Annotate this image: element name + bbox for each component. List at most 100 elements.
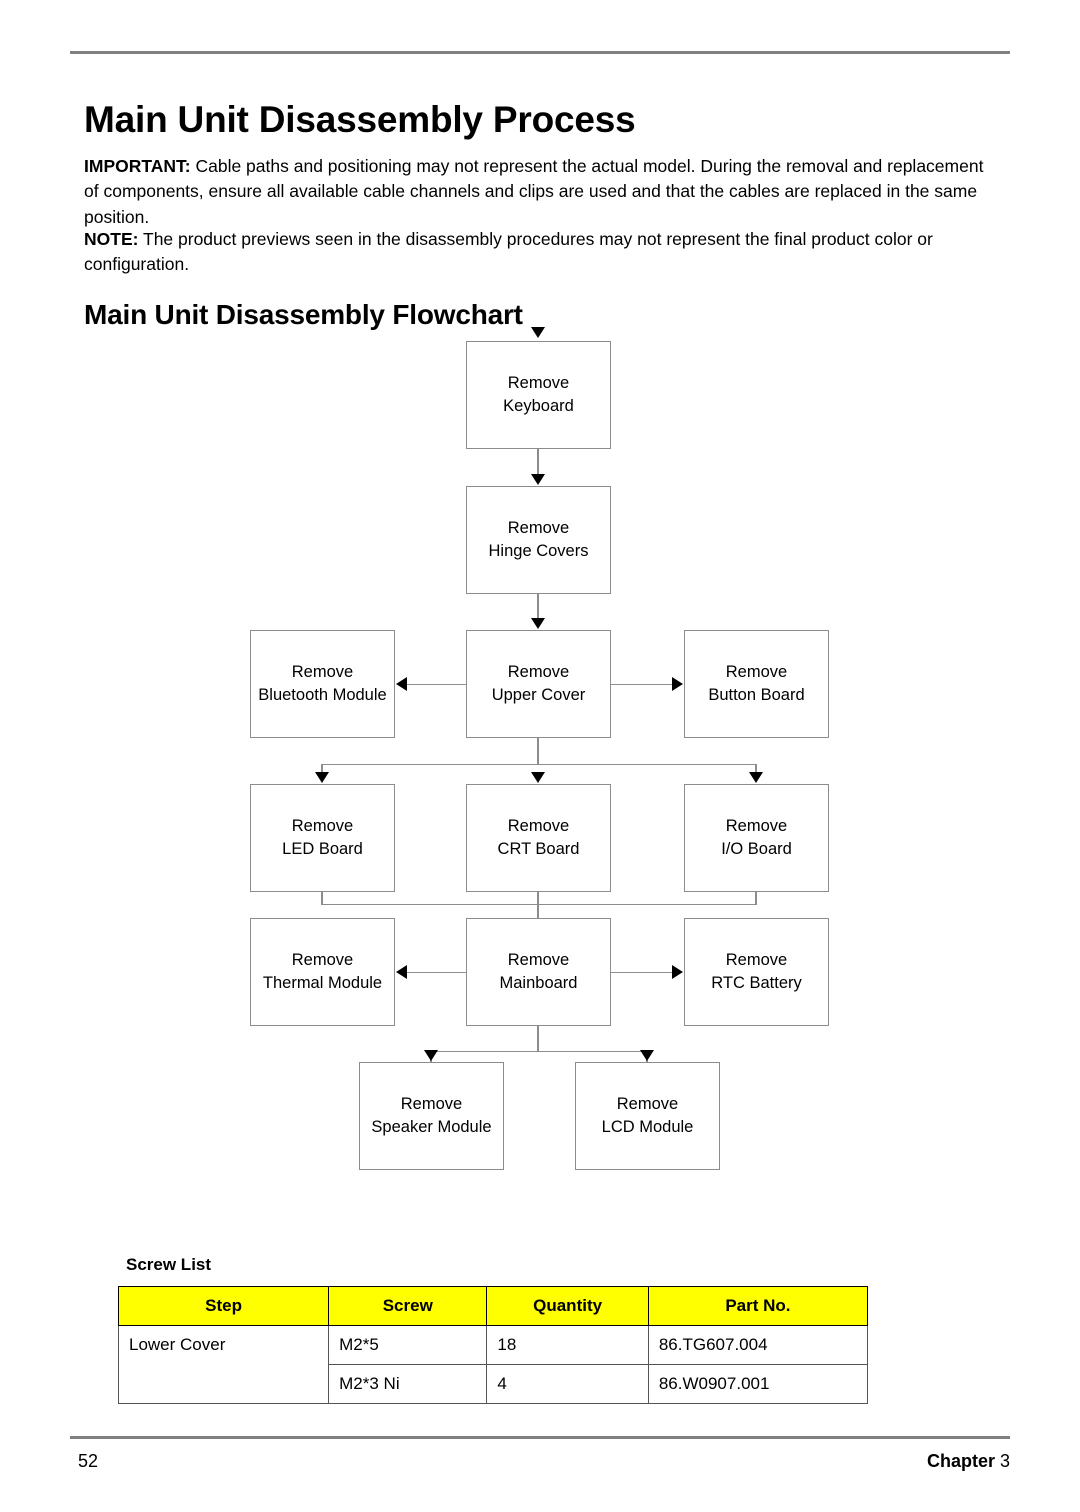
flow-node-rtc-battery[interactable]: Remove RTC Battery bbox=[684, 918, 829, 1026]
screw-list-header-screw: Screw bbox=[328, 1286, 488, 1326]
flow-node-mainboard-line2: Mainboard bbox=[499, 974, 578, 992]
flow-node-button-board-line2: Button Board bbox=[708, 686, 805, 704]
screw-list-header-part-no: Part No. bbox=[647, 1286, 869, 1326]
flow-node-led-board-line2: LED Board bbox=[282, 840, 363, 858]
flow-node-button-board[interactable]: Remove Button Board bbox=[684, 630, 829, 738]
flow-node-thermal-module[interactable]: Remove Thermal Module bbox=[250, 918, 395, 1026]
flow-fork-drop-led bbox=[321, 764, 323, 776]
flow-node-thermal-module-line2: Thermal Module bbox=[262, 974, 383, 992]
flow-node-keyboard-line2: Keyboard bbox=[503, 397, 574, 415]
flow-connector-upper-fork-stem bbox=[537, 738, 539, 765]
header-rule bbox=[70, 51, 1010, 54]
flow-node-upper-cover-line2: Upper Cover bbox=[491, 686, 586, 704]
flow-fork-drop-lcd bbox=[646, 1051, 648, 1062]
footer-rule bbox=[70, 1436, 1010, 1439]
flow-node-keyboard[interactable]: Remove Keyboard bbox=[466, 341, 611, 449]
flow-node-mainboard[interactable]: Remove Mainboard bbox=[466, 918, 611, 1026]
section-title: Main Unit Disassembly Flowchart bbox=[84, 299, 523, 331]
screw-list-cell-step: Lower Cover bbox=[117, 1325, 330, 1365]
flow-node-speaker-module-line2: Speaker Module bbox=[371, 1118, 492, 1136]
flow-node-io-board-line1: Remove bbox=[725, 817, 788, 835]
flow-node-hinge-covers-line2: Hinge Covers bbox=[488, 542, 589, 560]
flow-arrow-upper-icon bbox=[531, 618, 545, 629]
screw-list-cell-quantity: 4 bbox=[486, 1364, 649, 1404]
flow-connector-upper-button bbox=[611, 684, 673, 685]
flow-node-lcd-module[interactable]: Remove LCD Module bbox=[575, 1062, 720, 1170]
flow-arrow-bluetooth-icon bbox=[396, 677, 407, 691]
flow-node-rtc-battery-line1: Remove bbox=[725, 951, 788, 969]
flow-fork-drop-io bbox=[755, 764, 757, 776]
flow-fork-bar-upper bbox=[322, 764, 756, 765]
table-row: M2*3 Ni 4 86.W0907.001 bbox=[117, 1364, 869, 1404]
flow-fork-bar-mainboard bbox=[431, 1051, 647, 1052]
note-notice-text: The product previews seen in the disasse… bbox=[84, 228, 933, 275]
screw-list-cell-step bbox=[117, 1364, 330, 1404]
flow-node-bluetooth-module-line2: Bluetooth Module bbox=[258, 686, 387, 704]
flow-entry-arrow-icon bbox=[531, 327, 545, 338]
flow-node-led-board-line1: Remove bbox=[291, 817, 354, 835]
flow-node-lcd-module-line1: Remove bbox=[616, 1095, 679, 1113]
flow-arrow-lcd-module-icon bbox=[640, 1050, 654, 1061]
screw-list-cell-screw: M2*3 Ni bbox=[328, 1364, 488, 1404]
screw-list-title: Screw List bbox=[126, 1255, 212, 1274]
flow-fork-drop-speaker bbox=[430, 1051, 432, 1062]
flow-node-led-board[interactable]: Remove LED Board bbox=[250, 784, 395, 892]
flow-arrow-speaker-module-icon bbox=[424, 1050, 438, 1061]
screw-list-cell-quantity: 18 bbox=[486, 1325, 649, 1365]
flow-connector-keyboard-hinge bbox=[537, 449, 539, 476]
flow-node-crt-board-line1: Remove bbox=[507, 817, 570, 835]
flow-arrow-thermal-module-icon bbox=[396, 965, 407, 979]
screw-list-cell-screw: M2*5 bbox=[328, 1325, 488, 1365]
flow-node-upper-cover-line1: Remove bbox=[507, 663, 570, 681]
flow-node-keyboard-line1: Remove bbox=[507, 374, 570, 392]
important-notice-label: IMPORTANT: bbox=[84, 155, 191, 176]
screw-list-header-quantity: Quantity bbox=[486, 1286, 649, 1326]
footer-chapter: Chapter 3 bbox=[927, 1451, 1010, 1472]
flow-node-crt-board-line2: CRT Board bbox=[497, 840, 580, 858]
footer-chapter-label: Chapter bbox=[926, 1451, 995, 1471]
flow-node-io-board-line2: I/O Board bbox=[721, 840, 792, 858]
flow-node-speaker-module[interactable]: Remove Speaker Module bbox=[359, 1062, 504, 1170]
table-row: Lower Cover M2*5 18 86.TG607.004 bbox=[117, 1325, 869, 1365]
flow-node-bluetooth-module[interactable]: Remove Bluetooth Module bbox=[250, 630, 395, 738]
screw-list-header-step: Step bbox=[117, 1286, 330, 1326]
flow-arrow-led-board-icon bbox=[315, 772, 329, 783]
flow-node-hinge-covers[interactable]: Remove Hinge Covers bbox=[466, 486, 611, 594]
flow-connector-mainboard-rtc bbox=[611, 972, 673, 973]
flow-arrow-hinge-icon bbox=[531, 474, 545, 485]
screw-list-header-row: Step Screw Quantity Part No. bbox=[117, 1286, 869, 1326]
flow-node-mainboard-line1: Remove bbox=[507, 951, 570, 969]
flow-node-io-board[interactable]: Remove I/O Board bbox=[684, 784, 829, 892]
screw-list-cell-part-no: 86.W0907.001 bbox=[647, 1364, 869, 1404]
screw-list-cell-part-no: 86.TG607.004 bbox=[647, 1325, 869, 1365]
flow-node-crt-board[interactable]: Remove CRT Board bbox=[466, 784, 611, 892]
flow-node-speaker-module-line1: Remove bbox=[400, 1095, 463, 1113]
flow-arrow-rtc-battery-icon bbox=[672, 965, 683, 979]
flow-connector-upper-bluetooth bbox=[407, 684, 466, 685]
flow-node-lcd-module-line2: LCD Module bbox=[601, 1118, 694, 1136]
flow-merge-riser-io bbox=[755, 892, 757, 905]
flow-node-upper-cover[interactable]: Remove Upper Cover bbox=[466, 630, 611, 738]
flow-connector-hinge-upper bbox=[537, 594, 539, 620]
flow-connector-mainboard-thermal bbox=[407, 972, 466, 973]
flow-merge-bar-boards bbox=[322, 904, 756, 905]
flow-node-hinge-covers-line1: Remove bbox=[507, 519, 570, 537]
flow-arrow-button-board-icon bbox=[672, 677, 683, 691]
footer-page-number: 52 bbox=[78, 1451, 99, 1471]
footer-chapter-number: 3 bbox=[999, 1451, 1010, 1471]
screw-list-table: Step Screw Quantity Part No. Lower Cover… bbox=[117, 1286, 869, 1404]
page-title: Main Unit Disassembly Process bbox=[84, 98, 636, 140]
document-page: Main Unit Disassembly Process IMPORTANT:… bbox=[0, 0, 1080, 1512]
flow-node-bluetooth-module-line1: Remove bbox=[291, 663, 354, 681]
flow-merge-riser-led bbox=[321, 892, 323, 905]
note-notice-label: NOTE: bbox=[84, 228, 139, 249]
note-notice: NOTE: The product previews seen in the d… bbox=[84, 227, 984, 278]
flow-connector-mainboard-fork-stem bbox=[537, 1026, 539, 1052]
flow-node-rtc-battery-line2: RTC Battery bbox=[711, 974, 802, 992]
flow-arrow-io-board-icon bbox=[749, 772, 763, 783]
flow-node-thermal-module-line1: Remove bbox=[291, 951, 354, 969]
important-notice-text: Cable paths and positioning may not repr… bbox=[84, 155, 984, 227]
flow-node-button-board-line1: Remove bbox=[725, 663, 788, 681]
important-notice: IMPORTANT: Cable paths and positioning m… bbox=[84, 154, 984, 231]
flow-arrow-crt-board-icon bbox=[531, 772, 545, 783]
